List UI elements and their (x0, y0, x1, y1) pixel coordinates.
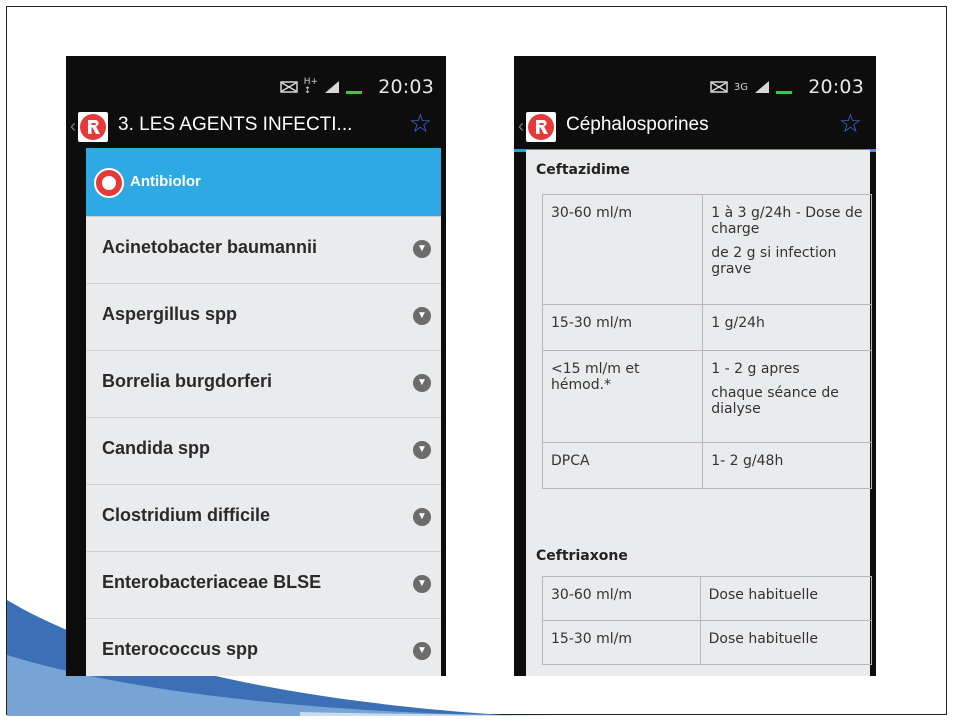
expand-icon[interactable]: ▼ (413, 642, 431, 660)
back-chevron-icon[interactable]: ‹ (70, 116, 76, 137)
antibiolor-logo-icon (94, 168, 124, 198)
status-icons: H+ ↕ (279, 77, 362, 96)
antibiotic-list: Antibiolor Acinetobacter baumannii ▼ Asp… (86, 148, 441, 676)
table-cell: Dose habituelle (699, 576, 873, 621)
list-item-label: Enterococcus spp (102, 639, 259, 659)
battery-icon (776, 91, 792, 94)
phone-screen-cephalosporins: 3G 20:03 ‹ Céphalosporines ☆ Ceftazidime (514, 56, 876, 676)
page-title: Céphalosporines (566, 114, 709, 135)
table-row: <15 ml/m et hémod.* 1 - 2 g apres chaque… (541, 350, 872, 443)
expand-icon[interactable]: ▼ (413, 441, 431, 459)
table-cell: 15-30 ml/m (542, 620, 701, 665)
dosage-table: 30-60 ml/m 1 à 3 g/24h - Dose de charge … (541, 194, 872, 489)
list-item[interactable]: Enterobacteriaceae BLSE ▼ (86, 551, 441, 619)
phone-screen-antibiotic-list: H+ ↕ 20:03 ‹ 3. LES AGENTS INFECTI... ☆ A… (66, 56, 446, 676)
table-cell: DPCA (541, 442, 704, 489)
list-item-label: Clostridium difficile (102, 505, 271, 525)
page-title: 3. LES AGENTS INFECTI... (118, 114, 353, 135)
battery-icon (346, 91, 362, 94)
expand-icon[interactable]: ▼ (413, 374, 431, 392)
list-item-label: Enterobacteriaceae BLSE (102, 572, 322, 592)
app-logo-icon[interactable] (526, 112, 556, 142)
status-icons: 3G (710, 78, 792, 96)
table-row: 30-60 ml/m 1 à 3 g/24h - Dose de charge … (541, 194, 872, 305)
network-hplus-icon: H+ ↕ (303, 77, 318, 96)
status-bar: H+ ↕ 20:03 (66, 56, 446, 102)
table-cell: 30-60 ml/m (541, 194, 704, 305)
list-item[interactable]: Aspergillus spp ▼ (86, 283, 441, 351)
section-title: Ceftazidime (536, 162, 630, 178)
expand-icon[interactable]: ▼ (413, 307, 431, 325)
table-row: 30-60 ml/m Dose habituelle (542, 576, 873, 621)
list-item[interactable]: Clostridium difficile ▼ (86, 484, 441, 552)
app-logo-icon[interactable] (78, 112, 108, 142)
list-item[interactable]: Borrelia burgdorferi ▼ (86, 350, 441, 418)
list-item[interactable]: Candida spp ▼ (86, 417, 441, 485)
expand-icon[interactable]: ▼ (413, 575, 431, 593)
table-cell: 1 - 2 g apres chaque séance de dialyse (702, 350, 872, 443)
expand-icon[interactable]: ▼ (413, 240, 431, 258)
list-item-label: Candida spp (102, 438, 211, 458)
table-cell: 1 g/24h (702, 304, 872, 351)
dosage-table: 30-60 ml/m Dose habituelle 15-30 ml/m Do… (542, 576, 873, 665)
section-title: Ceftriaxone (536, 548, 628, 564)
list-item-label: Acinetobacter baumannii (102, 237, 318, 257)
list-item[interactable]: Acinetobacter baumannii ▼ (86, 216, 441, 284)
dosage-content: Ceftazidime 30-60 ml/m 1 à 3 g/24h - Dos… (526, 150, 873, 676)
action-bar: ‹ 3. LES AGENTS INFECTI... ☆ (66, 102, 446, 152)
list-item-label: Borrelia burgdorferi (102, 371, 273, 391)
network-3g-icon: 3G (733, 81, 748, 93)
table-cell: 1- 2 g/48h (702, 442, 872, 489)
signal-icon (755, 81, 769, 93)
table-cell: 1 à 3 g/24h - Dose de charge de 2 g si i… (702, 194, 872, 305)
list-item[interactable]: Enterococcus spp ▼ (86, 618, 441, 676)
table-cell: Dose habituelle (699, 620, 873, 665)
list-header[interactable]: Antibiolor (86, 148, 441, 216)
expand-icon[interactable]: ▼ (413, 508, 431, 526)
table-cell: 15-30 ml/m (541, 304, 704, 351)
back-chevron-icon[interactable]: ‹ (518, 116, 524, 137)
favorite-star-icon[interactable]: ☆ (839, 108, 862, 139)
status-time: 20:03 (378, 76, 434, 98)
favorite-star-icon[interactable]: ☆ (409, 108, 432, 139)
action-bar: ‹ Céphalosporines ☆ (514, 102, 876, 152)
notification-muted-icon (279, 81, 298, 93)
table-cell: 30-60 ml/m (542, 576, 701, 621)
list-header-label: Antibiolor (130, 173, 201, 190)
signal-icon (325, 81, 339, 93)
table-cell: <15 ml/m et hémod.* (541, 350, 704, 443)
status-bar: 3G 20:03 (514, 56, 876, 102)
status-time: 20:03 (808, 76, 864, 98)
list-item-label: Aspergillus spp (102, 304, 238, 324)
table-row: DPCA 1- 2 g/48h (541, 442, 872, 489)
table-row: 15-30 ml/m Dose habituelle (542, 620, 873, 665)
table-row: 15-30 ml/m 1 g/24h (541, 304, 872, 351)
notification-muted-icon (710, 81, 728, 93)
